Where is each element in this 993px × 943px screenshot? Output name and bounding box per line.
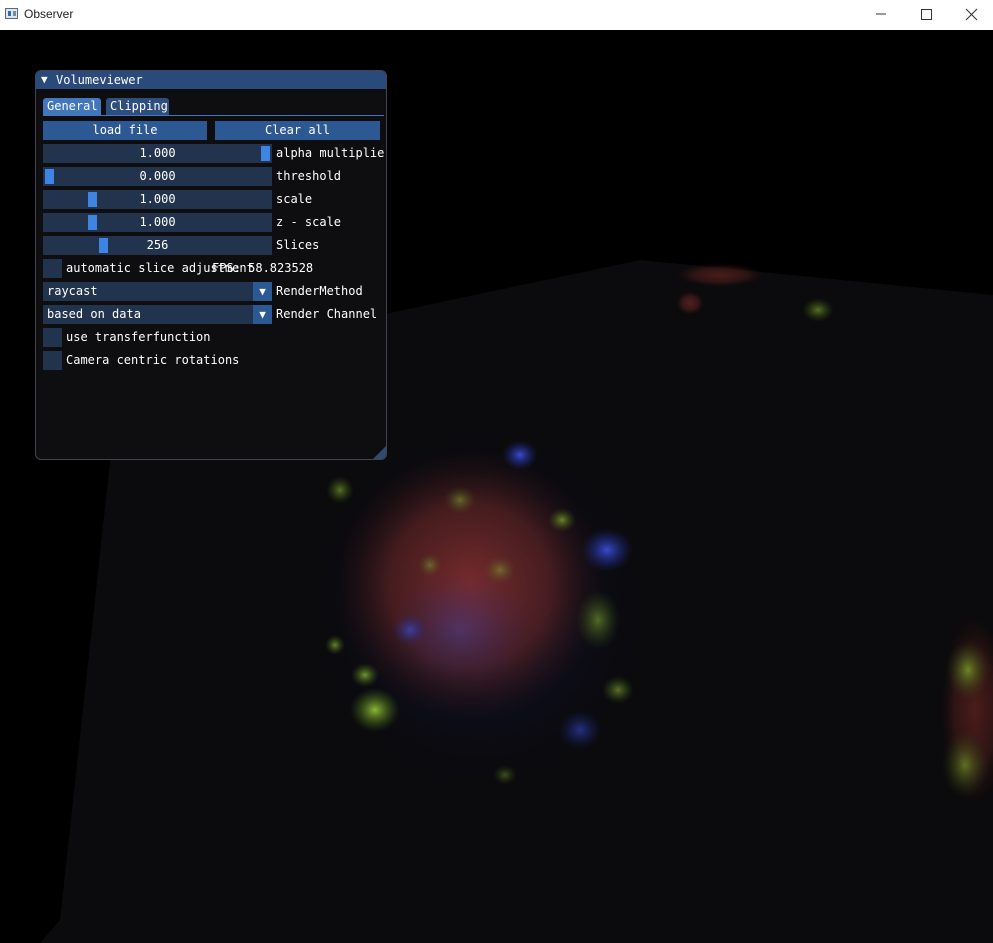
slider-value: 0.000 (139, 169, 176, 183)
scale-label: scale (276, 192, 313, 206)
automatic-slice-adjustment-checkbox[interactable] (43, 259, 62, 278)
render-channel-combo[interactable]: based on data ▼ (43, 305, 272, 324)
fps-readout: FPS: 58.823528 (212, 261, 314, 275)
app-icon (5, 8, 18, 19)
volumeviewer-panel[interactable]: ▼ Volumeviewer General Clipping load fil… (35, 70, 387, 460)
z-scale-slider[interactable]: 1.000 (43, 213, 272, 232)
render-channel-label: Render Channel (276, 307, 378, 321)
minimize-icon (876, 13, 886, 15)
window-title: Observer (24, 7, 74, 21)
close-icon (965, 8, 978, 21)
use-transferfunction-label: use transferfunction (66, 330, 211, 344)
alpha-multiplier-slider[interactable]: 1.000 (43, 144, 272, 163)
z-scale-label: z - scale (276, 215, 342, 229)
render-channel-value: based on data (47, 307, 141, 321)
use-transferfunction-checkbox[interactable] (43, 328, 62, 347)
slices-slider[interactable]: 256 (43, 236, 272, 255)
maximize-icon (921, 9, 932, 20)
panel-title: Volumeviewer (56, 73, 143, 87)
resize-grip[interactable] (373, 446, 386, 459)
collapse-arrow-icon[interactable]: ▼ (41, 73, 48, 87)
slider-value: 256 (146, 238, 169, 252)
threshold-slider[interactable]: 0.000 (43, 167, 272, 186)
close-button[interactable] (948, 0, 993, 30)
tab-general[interactable]: General (43, 98, 101, 115)
camera-centric-rotations-label: Camera centric rotations (66, 353, 240, 367)
slider-value: 1.000 (139, 192, 176, 206)
load-file-button[interactable]: load file (43, 121, 207, 140)
render-method-value: raycast (47, 284, 98, 298)
alpha-multiplier-label: alpha multiplier (276, 146, 387, 160)
tab-clipping[interactable]: Clipping (106, 98, 169, 115)
maximize-button[interactable] (903, 0, 949, 30)
scale-slider[interactable]: 1.000 (43, 190, 272, 209)
render-method-label: RenderMethod (276, 284, 363, 298)
slider-value: 1.000 (139, 215, 176, 229)
panel-titlebar[interactable]: ▼ Volumeviewer (36, 71, 386, 89)
tab-bar-underline (43, 115, 384, 116)
slices-label: Slices (276, 238, 320, 252)
clear-all-button[interactable]: Clear all (215, 121, 380, 140)
render-method-combo[interactable]: raycast ▼ (43, 282, 272, 301)
chevron-down-icon[interactable]: ▼ (253, 305, 272, 324)
slider-value: 1.000 (139, 146, 176, 160)
window-titlebar[interactable]: Observer (0, 0, 993, 30)
threshold-label: threshold (276, 169, 342, 183)
chevron-down-icon[interactable]: ▼ (253, 282, 272, 301)
minimize-button[interactable] (858, 0, 904, 30)
camera-centric-rotations-checkbox[interactable] (43, 351, 62, 370)
